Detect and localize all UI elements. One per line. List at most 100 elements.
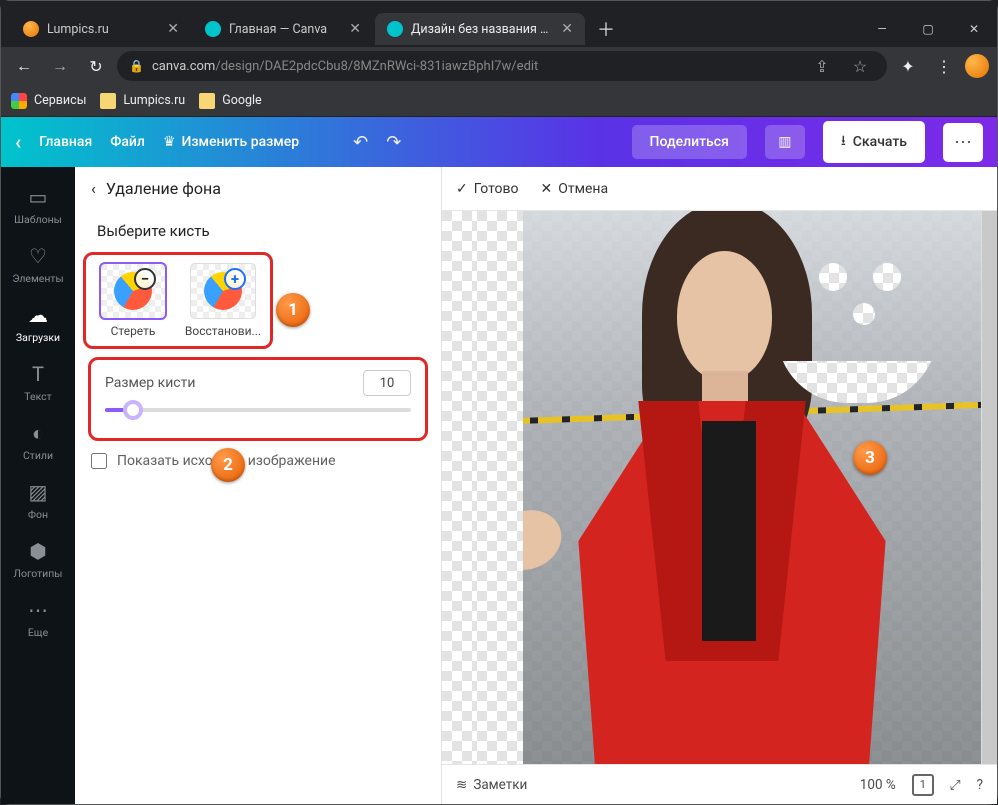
sidebar-item-text[interactable]: TТекст — [1, 352, 75, 411]
url-host: canva.com — [152, 59, 215, 74]
tab-title: Lumpics.ru — [47, 22, 159, 37]
notes-button[interactable]: ≋Заметки — [456, 777, 527, 793]
bg-remove-panel: ‹ Удаление фона Выберите кисть − Стереть… — [75, 167, 442, 804]
nav-back-button[interactable]: ← — [9, 51, 39, 81]
tab-canva-design[interactable]: Дизайн без названия — 1200 ✕ — [375, 13, 585, 45]
folder-icon — [100, 93, 116, 109]
profile-avatar[interactable] — [965, 54, 989, 78]
tab-close-icon[interactable]: ✕ — [167, 21, 179, 37]
done-label: Готово — [474, 181, 519, 197]
uploads-icon: ☁ — [26, 303, 50, 327]
tab-title: Дизайн без названия — 1200 — [411, 22, 553, 37]
tab-close-icon[interactable]: ✕ — [349, 21, 361, 37]
stats-button[interactable]: ▥ — [765, 125, 805, 159]
sidebar-item-styles[interactable]: ◐Стили — [1, 411, 75, 470]
brush-size-box: Размер кисти 10 2 — [88, 357, 428, 441]
extensions-icon[interactable]: ✦ — [893, 51, 923, 81]
bookmark-google[interactable]: Google — [199, 93, 261, 109]
brush-size-label: Размер кисти — [105, 375, 195, 391]
menu-resize[interactable]: ♛ Изменить размер — [163, 134, 299, 150]
brush-restore-label: Восстанови... — [185, 324, 261, 338]
bookmark-apps[interactable]: Сервисы — [11, 93, 86, 109]
canvas-area: ✓ Готово ✕ Отмена — [442, 167, 997, 804]
fullscreen-button[interactable]: ⤢ — [950, 777, 961, 793]
bookmark-lumpics[interactable]: Lumpics.ru — [100, 93, 185, 109]
minus-icon: − — [134, 268, 156, 290]
bookmarks-bar: Сервисы Lumpics.ru Google — [1, 85, 997, 117]
show-original-checkbox[interactable] — [91, 453, 107, 469]
undo-button[interactable]: ↶ — [353, 132, 368, 153]
close-icon: ✕ — [541, 181, 553, 197]
window-close[interactable]: ✕ — [951, 12, 997, 46]
callout-3: 3 — [853, 441, 887, 475]
sidebar-label: Еще — [28, 626, 48, 639]
more-button[interactable]: ⋯ — [943, 123, 983, 162]
brush-erase[interactable]: − Стереть — [94, 263, 172, 338]
logos-icon: ⬢ — [26, 539, 50, 563]
nav-forward-button[interactable]: → — [45, 51, 75, 81]
brush-size-slider[interactable] — [105, 408, 411, 412]
show-original-row: Показать исходное изображение — [91, 453, 425, 469]
page-badge: 1 — [912, 774, 934, 796]
brush-size-value[interactable]: 10 — [363, 370, 411, 396]
canva-toolbar: ‹ Главная Файл ♛ Изменить размер ↶ ↷ Поде… — [1, 117, 997, 167]
zoom-level[interactable]: 100 % — [860, 777, 896, 793]
back-arrow-icon[interactable]: ‹ — [15, 130, 21, 154]
menu-dots-icon[interactable]: ⋮ — [929, 51, 959, 81]
cancel-button[interactable]: ✕ Отмена — [541, 181, 609, 197]
check-icon: ✓ — [456, 181, 468, 197]
sidebar-item-more[interactable]: ⋯ Еще — [1, 588, 75, 647]
sidebar-item-logos[interactable]: ⬢Логотипы — [1, 529, 75, 588]
favicon-canva — [387, 21, 403, 37]
more-icon: ⋯ — [26, 598, 50, 622]
callout-1: 1 — [276, 293, 310, 327]
brush-restore-thumb: + — [190, 263, 256, 319]
vertical-sidebar: ▭ Шаблоны ♡ Элементы ☁ Загрузки TТекст ◐Сти… — [1, 167, 75, 804]
page-count[interactable]: 1 — [912, 774, 934, 796]
apps-icon — [11, 93, 27, 109]
tab-canva-home[interactable]: Главная — Canva ✕ — [193, 13, 373, 45]
sidebar-item-uploads[interactable]: ☁ Загрузки — [1, 293, 75, 352]
menu-file[interactable]: Файл — [110, 134, 145, 150]
menu-home[interactable]: Главная — [39, 134, 92, 150]
slider-thumb[interactable] — [123, 400, 143, 420]
elements-icon: ♡ — [26, 244, 50, 268]
download-button[interactable]: ⭳Скачать — [823, 121, 925, 163]
share-url-icon[interactable]: ⇪ — [807, 51, 837, 81]
bookmark-label: Google — [222, 93, 261, 108]
nav-reload-button[interactable]: ↻ — [81, 51, 111, 81]
window-maximize[interactable]: ▢ — [905, 12, 951, 46]
download-label: Скачать — [853, 134, 907, 150]
tab-lumpics[interactable]: Lumpics.ru ✕ — [11, 13, 191, 45]
text-icon: T — [26, 362, 50, 386]
done-button[interactable]: ✓ Готово — [456, 181, 519, 197]
bookmark-star-icon[interactable]: ☆ — [845, 51, 875, 81]
sidebar-label: Элементы — [12, 272, 63, 285]
favicon-canva — [205, 21, 221, 37]
new-tab-button[interactable]: ＋ — [587, 12, 625, 46]
canvas-body[interactable]: 3 — [442, 211, 997, 764]
styles-icon: ◐ — [26, 421, 50, 445]
sidebar-label: Загрузки — [16, 331, 60, 344]
canvas-bottombar: ≋Заметки 100 % 1 ⤢ ? — [442, 764, 997, 804]
bar-chart-icon: ▥ — [778, 134, 791, 150]
brush-picker: − Стереть + Восстанови... 1 — [83, 252, 273, 349]
window-minimize[interactable]: ― — [859, 12, 905, 46]
crown-icon: ♛ — [163, 134, 176, 150]
sidebar-item-templates[interactable]: ▭ Шаблоны — [1, 175, 75, 234]
cancel-label: Отмена — [558, 181, 608, 197]
brush-restore[interactable]: + Восстанови... — [184, 263, 262, 338]
share-button[interactable]: Поделиться — [632, 125, 747, 159]
sidebar-item-elements[interactable]: ♡ Элементы — [1, 234, 75, 293]
panel-header[interactable]: ‹ Удаление фона — [91, 179, 425, 198]
help-button[interactable]: ? — [977, 777, 983, 793]
redo-button[interactable]: ↷ — [386, 132, 401, 153]
tab-close-icon[interactable]: ✕ — [561, 21, 573, 37]
menu-resize-label: Изменить размер — [182, 134, 300, 150]
sidebar-item-background[interactable]: ▨Фон — [1, 470, 75, 529]
vertical-scrollbar[interactable] — [981, 211, 997, 764]
bookmark-label: Сервисы — [34, 93, 86, 108]
templates-icon: ▭ — [26, 185, 50, 209]
sidebar-label: Шаблоны — [14, 213, 62, 226]
address-bar[interactable]: 🔒 canva.com/design/DAE2pdcCbu8/8MZnRWci-… — [117, 51, 887, 81]
